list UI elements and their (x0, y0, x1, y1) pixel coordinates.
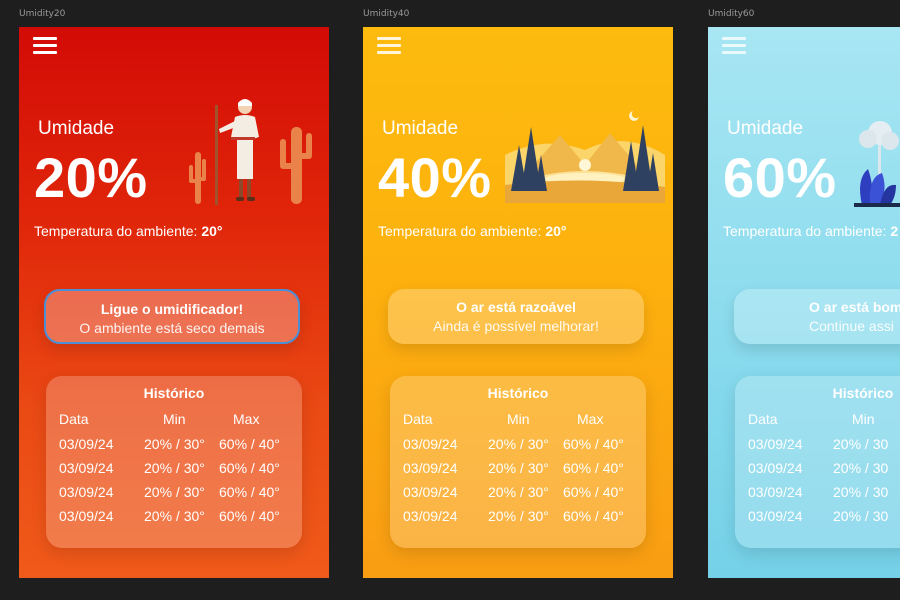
frame-umidity40: Umidade 40% Temperatura do ambiente: 20°… (363, 27, 673, 578)
history-date: 03/09/24 (748, 484, 803, 500)
history-max: 60% / 40° (563, 436, 624, 452)
status-message-subtitle: Ainda é possível melhorar! (433, 318, 599, 334)
history-min: 20% / 30° (144, 460, 205, 476)
history-header-max: Max (233, 411, 260, 427)
history-header-row: Data Min (735, 411, 900, 429)
history-card: Histórico Data Min Max 03/09/24 20% / 30… (46, 376, 302, 548)
desert-cactus-person-illustration (189, 99, 312, 205)
history-min: 20% / 30 (833, 436, 889, 452)
status-message-title: Ligue o umidificador! (100, 301, 244, 317)
history-row: 03/09/24 20% / 30 (735, 484, 900, 502)
history-min: 20% / 30 (833, 508, 889, 524)
history-row: 03/09/24 20% / 30° 60% / 40° (390, 460, 646, 478)
history-min: 20% / 30° (488, 484, 549, 500)
history-row: 03/09/24 20% / 30 (735, 460, 900, 478)
frame-label-umidity40: Umidity40 (363, 9, 410, 19)
temperature-label: Temperatura do ambiente: (723, 223, 891, 239)
history-min: 20% / 30° (488, 436, 549, 452)
history-card: Histórico Data Min Max 03/09/24 20% / 30… (390, 376, 646, 548)
history-min: 20% / 30° (144, 436, 205, 452)
history-max: 60% / 40° (563, 460, 624, 476)
history-row: 03/09/24 20% / 30 (735, 508, 900, 526)
history-row: 03/09/24 20% / 30° 60% / 40° (46, 460, 302, 478)
frame-label-umidity20: Umidity20 (19, 9, 66, 19)
history-title: Histórico (832, 385, 894, 401)
history-row: 03/09/24 20% / 30 (735, 436, 900, 454)
status-message-title: O ar está bom (809, 299, 900, 315)
history-row: 03/09/24 20% / 30° 60% / 40° (46, 484, 302, 502)
status-message-card[interactable]: O ar está bom Continue assi (734, 289, 900, 344)
humidity-label: Umidade (727, 118, 804, 139)
history-header-row: Data Min Max (46, 411, 302, 429)
temperature-value: 20° (545, 223, 567, 239)
history-max: 60% / 40° (563, 484, 624, 500)
history-date: 03/09/24 (403, 460, 458, 476)
history-min: 20% / 30° (144, 484, 205, 500)
history-date: 03/09/24 (59, 436, 114, 452)
history-date: 03/09/24 (748, 508, 803, 524)
temperature-line: Temperatura do ambiente: 20° (34, 223, 223, 239)
frame-umidity20: Umidade 20% Temperatura do ambiente: 20°… (19, 27, 329, 578)
history-title: Histórico (487, 385, 549, 401)
history-header-date: Data (59, 411, 89, 427)
temperature-value: 20° (201, 223, 223, 239)
history-row: 03/09/24 20% / 30° 60% / 40° (390, 508, 646, 526)
temperature-value: 2 (890, 223, 899, 239)
history-min: 20% / 30° (144, 508, 205, 524)
temperature-line: Temperatura do ambiente: 20° (378, 223, 567, 239)
history-date: 03/09/24 (59, 508, 114, 524)
history-row: 03/09/24 20% / 30° 60% / 40° (390, 436, 646, 454)
history-max: 60% / 40° (563, 508, 624, 524)
history-header-min: Min (163, 411, 186, 427)
history-date: 03/09/24 (59, 484, 114, 500)
history-max: 60% / 40° (219, 508, 280, 524)
history-row: 03/09/24 20% / 30° 60% / 40° (46, 436, 302, 454)
status-message-subtitle: Continue assi (809, 318, 894, 334)
temperature-label: Temperatura do ambiente: (34, 223, 202, 239)
hamburger-menu-icon[interactable] (377, 37, 401, 55)
temperature-label: Temperatura do ambiente: (378, 223, 546, 239)
history-date: 03/09/24 (403, 484, 458, 500)
history-header-max: Max (577, 411, 604, 427)
history-row: 03/09/24 20% / 30° 60% / 40° (46, 508, 302, 526)
history-row: 03/09/24 20% / 30° 60% / 40° (390, 484, 646, 502)
history-max: 60% / 40° (219, 436, 280, 452)
hamburger-menu-icon[interactable] (33, 37, 57, 55)
history-min: 20% / 30° (488, 508, 549, 524)
humidity-value: 40% (378, 146, 492, 209)
tree-plants-illustration (854, 121, 900, 207)
history-date: 03/09/24 (403, 508, 458, 524)
history-header-date: Data (403, 411, 433, 427)
history-header-date: Data (748, 411, 778, 427)
history-card: Histórico Data Min 03/09/24 20% / 30 03/… (735, 376, 900, 548)
humidity-value: 60% (723, 146, 837, 209)
history-max: 60% / 40° (219, 460, 280, 476)
history-date: 03/09/24 (748, 436, 803, 452)
history-header-min: Min (852, 411, 875, 427)
humidity-label: Umidade (38, 118, 115, 139)
history-header-min: Min (507, 411, 530, 427)
humidity-label: Umidade (382, 118, 459, 139)
hamburger-menu-icon[interactable] (722, 37, 746, 55)
history-date: 03/09/24 (748, 460, 803, 476)
temperature-line: Temperatura do ambiente: 2 (723, 223, 898, 239)
status-message-subtitle: O ambiente está seco demais (79, 320, 265, 336)
history-title: Histórico (143, 385, 205, 401)
history-header-row: Data Min Max (390, 411, 646, 429)
history-date: 03/09/24 (403, 436, 458, 452)
status-message-title: O ar está razoável (456, 299, 576, 315)
history-min: 20% / 30° (488, 460, 549, 476)
history-date: 03/09/24 (59, 460, 114, 476)
history-max: 60% / 40° (219, 484, 280, 500)
history-min: 20% / 30 (833, 484, 889, 500)
mountain-lake-illustration (505, 111, 665, 203)
frame-label-umidity60: Umidity60 (708, 9, 755, 19)
humidity-value: 20% (34, 146, 148, 209)
status-message-card[interactable]: O ar está razoável Ainda é possível melh… (388, 289, 644, 344)
frame-umidity60: Umidade 60% Temperatura do ambiente: 2 O… (708, 27, 900, 578)
history-min: 20% / 30 (833, 460, 889, 476)
status-message-card[interactable]: Ligue o umidificador! O ambiente está se… (44, 289, 300, 344)
